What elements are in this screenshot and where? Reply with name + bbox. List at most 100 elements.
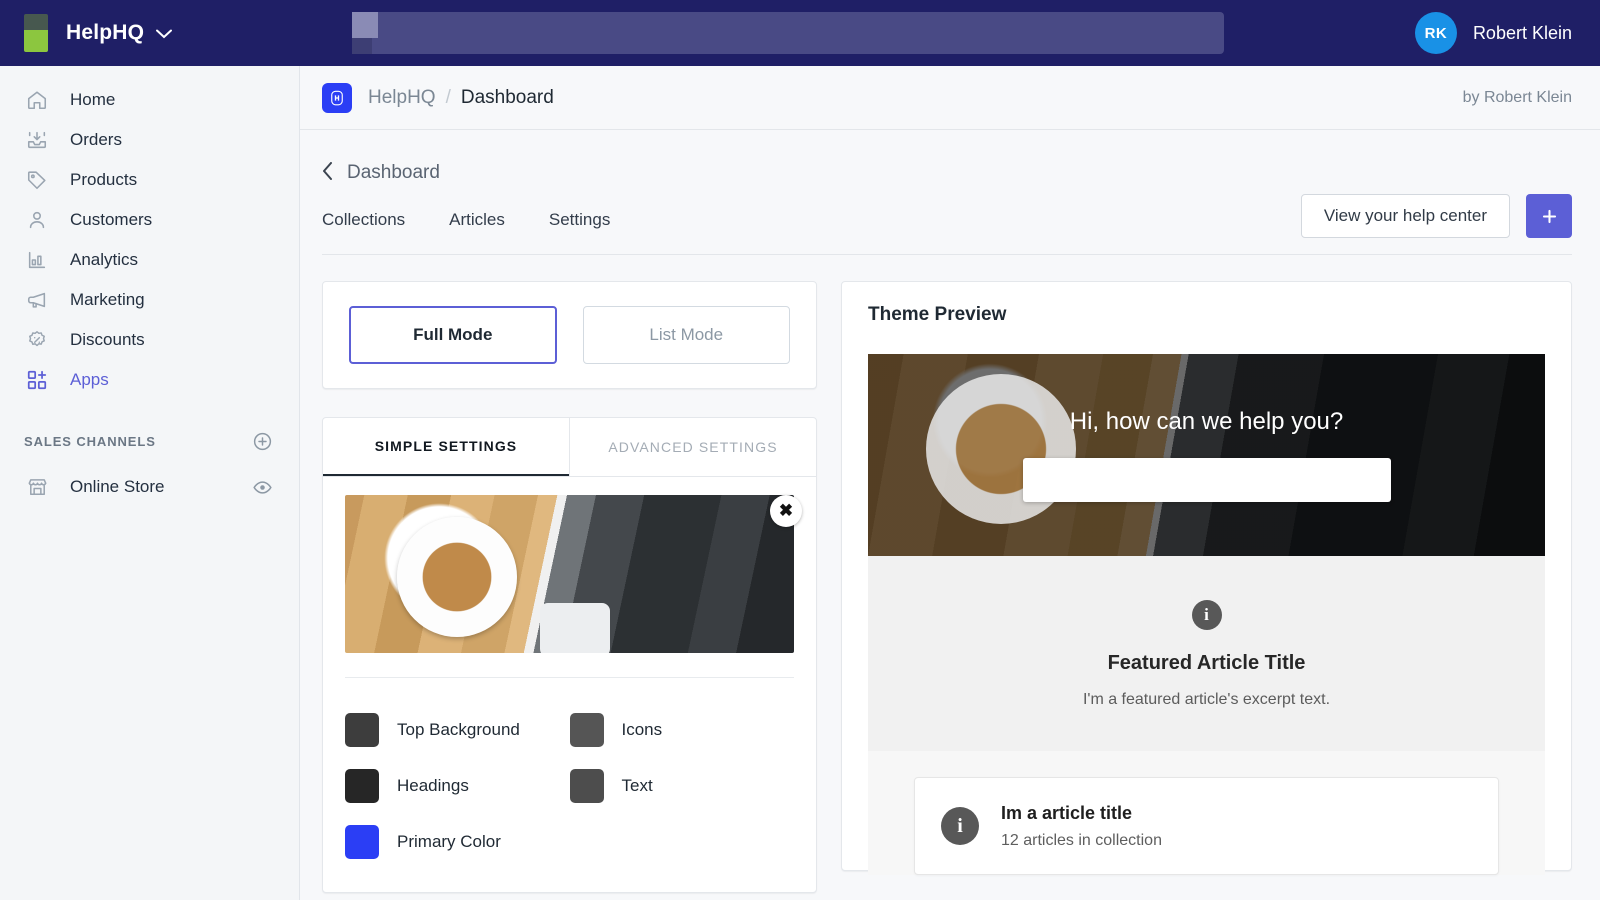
- breadcrumb-app-link[interactable]: HelpHQ: [368, 87, 436, 109]
- preview-hero: Hi, how can we help you?: [868, 354, 1545, 556]
- color-label: Headings: [397, 776, 469, 795]
- apps-grid-plus-icon: [24, 367, 50, 393]
- page-title: Dashboard: [347, 162, 440, 183]
- sidebar-item-label: Orders: [70, 130, 122, 149]
- sidebar-item-label: Apps: [70, 370, 109, 389]
- color-label: Top Background: [397, 720, 520, 739]
- collection-subtitle: 12 articles in collection: [1001, 831, 1162, 849]
- featured-article-excerpt: I'm a featured article's excerpt text.: [1082, 691, 1331, 708]
- color-swatch[interactable]: [345, 713, 379, 747]
- back-link[interactable]: Dashboard: [322, 158, 1572, 188]
- collection-title: Im a article title: [1001, 802, 1133, 823]
- list-mode-button[interactable]: List Mode: [582, 306, 790, 364]
- chevron-left-icon: [322, 162, 333, 184]
- color-swatch[interactable]: [569, 769, 604, 803]
- brand-name: HelpHQ: [66, 21, 145, 44]
- featured-article[interactable]: i Featured Article Title I'm a featured …: [868, 556, 1545, 751]
- full-mode-button[interactable]: Full Mode: [349, 306, 557, 364]
- orders-icon: [24, 127, 50, 153]
- sidebar-item-apps[interactable]: Apps: [0, 360, 299, 400]
- breadcrumb-author: by Robert Klein: [1462, 88, 1572, 106]
- sidebar-item-marketing[interactable]: Marketing: [0, 280, 299, 320]
- app-badge-icon: [322, 82, 352, 113]
- sidebar-item-orders[interactable]: Orders: [0, 120, 299, 160]
- sidebar-item-label: Marketing: [70, 290, 145, 309]
- settings-panel: SIMPLE SETTINGS ADVANCED SETTINGS ✖ Top …: [322, 417, 817, 893]
- settings-tabs: SIMPLE SETTINGS ADVANCED SETTINGS: [323, 418, 816, 477]
- sidebar-item-discounts[interactable]: Discounts: [0, 320, 299, 360]
- theme-image-thumbnail[interactable]: [345, 495, 794, 653]
- global-search[interactable]: [352, 12, 1224, 54]
- eye-icon[interactable]: [252, 477, 273, 498]
- marketing-megaphone-icon: [24, 287, 50, 313]
- preview-column: Theme Preview Hi, how can we help you? i…: [841, 281, 1572, 893]
- sidebar: Home Orders Products Customers Analytics…: [0, 66, 300, 900]
- top-bar: HelpHQ RK Robert Klein: [0, 0, 1600, 66]
- settings-column: Full Mode List Mode SIMPLE SETTINGS ADVA…: [322, 281, 817, 893]
- featured-article-title: Featured Article Title: [1107, 652, 1306, 674]
- tab-articles[interactable]: Articles: [449, 210, 505, 230]
- remove-image-button[interactable]: ✖: [770, 495, 802, 527]
- color-row-text[interactable]: Text: [569, 758, 795, 814]
- header-actions: View your help center: [1300, 194, 1572, 238]
- theme-preview-title: Theme Preview: [868, 304, 1007, 325]
- channel-label: Online Store: [70, 477, 165, 496]
- add-button[interactable]: [1526, 194, 1572, 238]
- sidebar-item-label: Home: [70, 90, 116, 109]
- color-row-icons[interactable]: Icons: [569, 702, 795, 758]
- theme-image-uploader: ✖: [323, 477, 816, 653]
- hero-heading: Hi, how can we help you?: [1069, 408, 1344, 435]
- sidebar-item-customers[interactable]: Customers: [0, 200, 299, 240]
- color-row-headings[interactable]: Headings: [345, 758, 570, 814]
- tab-simple-settings[interactable]: SIMPLE SETTINGS: [323, 418, 569, 476]
- sidebar-item-analytics[interactable]: Analytics: [0, 240, 299, 280]
- sidebar-item-label: Products: [70, 170, 138, 189]
- hero-search-input[interactable]: [1022, 458, 1391, 502]
- tab-collections[interactable]: Collections: [322, 210, 405, 230]
- sidebar-item-home[interactable]: Home: [0, 80, 299, 120]
- tab-advanced-settings[interactable]: ADVANCED SETTINGS: [569, 418, 816, 476]
- analytics-bar-chart-icon: [24, 247, 50, 273]
- sidebar-item-label: Customers: [70, 210, 153, 229]
- tab-settings[interactable]: Settings: [549, 210, 610, 230]
- color-swatch[interactable]: [569, 713, 604, 747]
- storefront-icon: [24, 474, 50, 500]
- search-input[interactable]: [372, 12, 1224, 54]
- collection-card[interactable]: i Im a article title 12 articles in coll…: [914, 777, 1499, 875]
- view-help-center-button[interactable]: View your help center: [1300, 194, 1510, 238]
- sidebar-item-products[interactable]: Products: [0, 160, 299, 200]
- theme-preview-panel: Theme Preview Hi, how can we help you? i…: [841, 281, 1572, 875]
- user-name: Robert Klein: [1472, 22, 1572, 43]
- user-menu[interactable]: RK Robert Klein: [1414, 0, 1572, 66]
- sidebar-item-label: Discounts: [70, 330, 145, 349]
- color-row-primary-color[interactable]: Primary Color: [345, 814, 570, 870]
- home-icon: [24, 87, 50, 113]
- color-label: Text: [621, 776, 653, 795]
- chevron-down-icon[interactable]: [156, 25, 173, 42]
- info-icon: i: [941, 807, 979, 845]
- color-swatch[interactable]: [345, 825, 379, 859]
- main-content: HelpHQ / Dashboard by Robert Klein Dashb…: [300, 66, 1600, 900]
- color-swatch[interactable]: [345, 769, 379, 803]
- color-row-top-background[interactable]: Top Background: [345, 702, 570, 758]
- products-tag-icon: [24, 167, 50, 193]
- collection-text: Im a article title 12 articles in collec…: [1001, 803, 1162, 850]
- avatar: RK: [1414, 12, 1457, 54]
- sidebar-item-online-store[interactable]: Online Store: [0, 466, 299, 508]
- phone-shape: [540, 603, 610, 653]
- color-label: Primary Color: [397, 832, 501, 851]
- brand-menu[interactable]: HelpHQ: [0, 0, 300, 66]
- mode-selector: Full Mode List Mode: [322, 281, 817, 389]
- discounts-percent-icon: [24, 327, 50, 353]
- page-tabs: Collections Articles Settings View your …: [322, 194, 1572, 255]
- plus-circle-icon[interactable]: [252, 431, 273, 452]
- page-body: Dashboard Collections Articles Settings …: [300, 130, 1600, 893]
- content-columns: Full Mode List Mode SIMPLE SETTINGS ADVA…: [322, 281, 1572, 893]
- info-icon: i: [1191, 600, 1222, 630]
- sales-channels-section: SALES CHANNELS: [0, 422, 299, 460]
- search-leading-block: [352, 12, 378, 54]
- helphq-logo-icon: [24, 14, 48, 52]
- color-label: Icons: [621, 720, 663, 739]
- breadcrumb-separator: /: [445, 86, 451, 108]
- coffee-cup-shape: [397, 517, 517, 637]
